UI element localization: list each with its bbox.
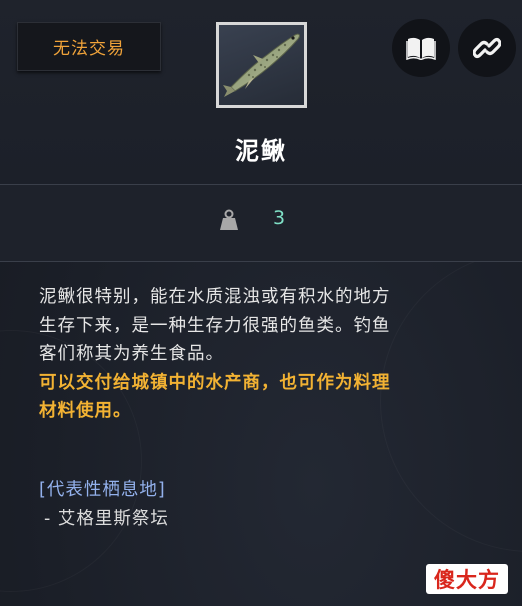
habitat-title: [代表性栖息地] (39, 480, 166, 500)
encyclopedia-button[interactable] (392, 19, 450, 77)
watermark-text: 傻大方 (434, 568, 500, 592)
weight-icon (220, 209, 238, 230)
description-line: 生存下来，是一种生存力很强的鱼类。钓鱼 (39, 315, 391, 336)
book-icon (406, 37, 436, 60)
watermark-logo: 傻大方 (426, 564, 508, 594)
trade-status-badge: 无法交易 (17, 22, 161, 71)
loach-fish-icon (216, 22, 307, 108)
share-link-button[interactable] (458, 19, 516, 77)
item-name: 泥鳅 (235, 137, 287, 165)
divider (0, 261, 522, 262)
link-icon (473, 37, 501, 59)
trade-status-label: 无法交易 (53, 39, 125, 59)
description-line: 客们称其为养生食品。 (39, 344, 224, 364)
level-row (0, 185, 522, 261)
habitat-location: - 艾格里斯祭坛 (44, 509, 169, 529)
description-line: 泥鳅很特别，能在水质混浊或有积水的地方 (39, 287, 391, 307)
item-level-value: 3 (273, 207, 286, 229)
usage-highlight-line: 可以交付给城镇中的水产商，也可作为料理 (39, 372, 391, 393)
item-tooltip-panel: 无法交易 泥鳅 3 泥鳅很特别，能在水质混浊或有积水的地方 生存下来，是一种生存… (0, 0, 522, 606)
item-description: 泥鳅很特别，能在水质混浊或有积水的地方 生存下来，是一种生存力很强的鱼类。钓鱼 … (39, 283, 501, 426)
usage-highlight-line: 材料使用。 (39, 401, 132, 421)
